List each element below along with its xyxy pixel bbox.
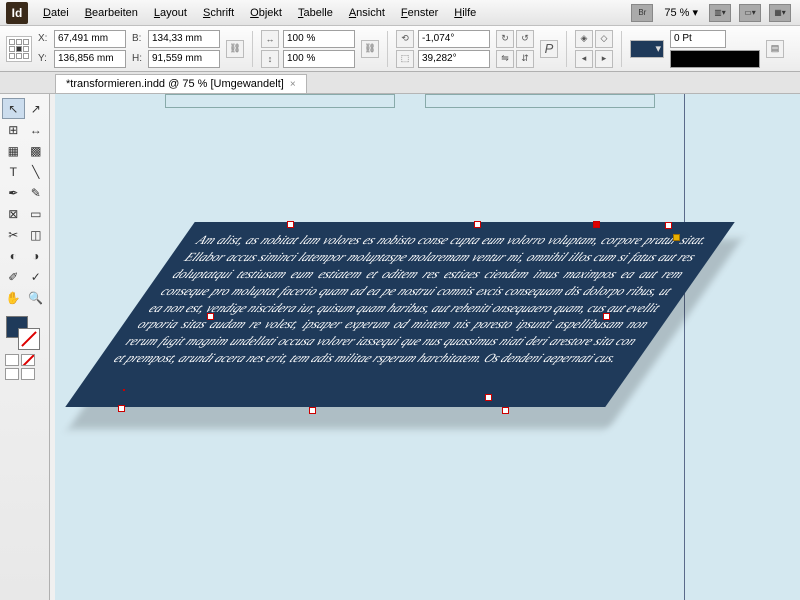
bridge-button[interactable]: Br xyxy=(631,4,653,22)
menu-ansicht[interactable]: Ansicht xyxy=(342,4,392,22)
scissors-tool[interactable]: ✂ xyxy=(2,224,25,245)
page-tool[interactable]: ⊞ xyxy=(2,119,25,140)
apply-none-icon[interactable] xyxy=(21,354,35,366)
view-options-icon[interactable]: ▥▾ xyxy=(709,4,731,22)
w-field[interactable]: 134,33 mm xyxy=(148,30,220,48)
x-label: X: xyxy=(38,33,50,44)
y-field[interactable]: 136,856 mm xyxy=(54,50,126,68)
menu-bearbeiten[interactable]: Bearbeiten xyxy=(78,4,145,22)
menu-objekt[interactable]: Objekt xyxy=(243,4,289,22)
x-field[interactable]: 67,491 mm xyxy=(54,30,126,48)
document-window[interactable]: Am alist, as nobitat lam volores es nobi… xyxy=(55,94,800,600)
pen-tool[interactable]: ✒ xyxy=(2,182,25,203)
handle-bm[interactable] xyxy=(309,407,316,414)
menu-bar: Id Datei Bearbeiten Layout Schrift Objek… xyxy=(0,0,800,26)
select-prev-icon[interactable]: ◂ xyxy=(575,50,593,68)
position-fields: X: 67,491 mm Y: 136,856 mm xyxy=(38,30,126,68)
pencil-tool[interactable]: ✎ xyxy=(25,182,48,203)
scale-x-field[interactable]: 100 % xyxy=(283,30,355,48)
rotate-icon: ⟲ xyxy=(396,30,414,48)
note-tool[interactable]: ✐ xyxy=(2,266,25,287)
frame-edge-top-1 xyxy=(165,94,395,108)
control-bar: X: 67,491 mm Y: 136,856 mm B: 134,33 mm H: 9… xyxy=(0,26,800,72)
frame-edge-top-2 xyxy=(425,94,655,108)
content-collector-tool[interactable]: ▦ xyxy=(2,140,25,161)
handle-br[interactable] xyxy=(502,407,509,414)
y-label: Y: xyxy=(38,53,50,64)
flip-v-icon[interactable]: ⇵ xyxy=(516,50,534,68)
handle-intext-top[interactable] xyxy=(593,221,600,228)
hand-tool[interactable]: ✋ xyxy=(2,287,25,308)
select-next-icon[interactable]: ▸ xyxy=(595,50,613,68)
menu-datei[interactable]: Datei xyxy=(36,4,76,22)
tools-panel: ↖↗ ⊞↔ ▦▩ T╲ ✒✎ ⊠▭ ✂◫ ◐◑ ✐✓ ✋🔍 xyxy=(0,94,50,600)
select-content-icon[interactable]: ◇ xyxy=(595,30,613,48)
handle-outport[interactable] xyxy=(673,234,680,241)
reference-point[interactable] xyxy=(6,36,32,62)
scale-y-field[interactable]: 100 % xyxy=(283,50,355,68)
shear-field[interactable]: 39,282° xyxy=(418,50,490,68)
w-label: B: xyxy=(132,33,144,44)
screen-mode-icon[interactable]: ▭▾ xyxy=(739,4,761,22)
menu-schrift[interactable]: Schrift xyxy=(196,4,241,22)
gap-tool[interactable]: ↔ xyxy=(25,119,48,140)
clear-transform-icon[interactable]: P xyxy=(540,40,558,58)
eyedropper-tool[interactable]: ✓ xyxy=(25,266,48,287)
zoom-level[interactable]: 75 % ▾ xyxy=(658,6,704,19)
scale-y-icon: ↕ xyxy=(261,50,279,68)
handle-ml[interactable] xyxy=(207,313,214,320)
menu-tabelle[interactable]: Tabelle xyxy=(291,4,340,22)
scale-fields: ↔100 % ↕100 % xyxy=(261,30,355,68)
handle-tr[interactable] xyxy=(665,222,672,229)
document-tab-strip: *transformieren.indd @ 75 % [Umgewandelt… xyxy=(0,72,800,94)
handle-tm[interactable] xyxy=(474,221,481,228)
document-tab-title: *transformieren.indd @ 75 % [Umgewandelt… xyxy=(66,78,284,90)
menu-layout[interactable]: Layout xyxy=(147,4,194,22)
rectangle-tool[interactable]: ▭ xyxy=(25,203,48,224)
size-fields: B: 134,33 mm H: 91,559 mm xyxy=(132,30,220,68)
scale-x-icon: ↔ xyxy=(261,30,279,48)
selection-outline xyxy=(123,389,125,391)
selection-tool[interactable]: ↖ xyxy=(2,98,25,119)
rectangle-frame-tool[interactable]: ⊠ xyxy=(2,203,25,224)
type-tool[interactable]: T xyxy=(2,161,25,182)
scale-link-icon[interactable]: ⛓ xyxy=(361,40,379,58)
handle-tl[interactable] xyxy=(287,221,294,228)
app-logo: Id xyxy=(6,2,28,24)
gradient-swatch-tool[interactable]: ◐ xyxy=(2,245,25,266)
stroke-color-swatch[interactable] xyxy=(18,328,40,350)
rotate-cw-icon[interactable]: ↻ xyxy=(496,30,514,48)
fill-stroke-swatches[interactable] xyxy=(2,314,47,352)
gradient-feather-tool[interactable]: ◑ xyxy=(25,245,48,266)
h-field[interactable]: 91,559 mm xyxy=(148,50,220,68)
select-container-icon[interactable]: ◈ xyxy=(575,30,593,48)
content-placer-tool[interactable]: ▩ xyxy=(25,140,48,161)
more-options-icon[interactable]: ▤ xyxy=(766,40,784,58)
h-label: H: xyxy=(132,53,144,64)
menu-fenster[interactable]: Fenster xyxy=(394,4,445,22)
line-tool[interactable]: ╲ xyxy=(25,161,48,182)
fill-swatch[interactable]: ▾ xyxy=(630,40,664,58)
normal-view-icon[interactable] xyxy=(5,368,19,380)
direct-selection-tool[interactable]: ↗ xyxy=(25,98,48,119)
shear-icon: ⬚ xyxy=(396,50,414,68)
document-tab[interactable]: *transformieren.indd @ 75 % [Umgewandelt… xyxy=(55,74,307,93)
flip-h-icon[interactable]: ⇋ xyxy=(496,50,514,68)
menu-hilfe[interactable]: Hilfe xyxy=(447,4,483,22)
close-tab-icon[interactable]: × xyxy=(290,79,296,90)
apply-color-icon[interactable] xyxy=(5,354,19,366)
free-transform-tool[interactable]: ◫ xyxy=(25,224,48,245)
rotate-field[interactable]: -1,074° xyxy=(418,30,490,48)
transform-fields: ⟲-1,074° ⬚39,282° xyxy=(396,30,490,68)
handle-outtext[interactable] xyxy=(485,394,492,401)
stroke-style-field[interactable] xyxy=(670,50,760,68)
constrain-proportions-icon[interactable]: ⛓ xyxy=(226,40,244,58)
zoom-tool[interactable]: 🔍 xyxy=(25,287,48,308)
preview-view-icon[interactable] xyxy=(21,368,35,380)
arrange-icon[interactable]: ▦▾ xyxy=(769,4,791,22)
handle-bl[interactable] xyxy=(118,405,125,412)
rotate-ccw-icon[interactable]: ↺ xyxy=(516,30,534,48)
handle-mr[interactable] xyxy=(603,313,610,320)
stroke-weight-field[interactable]: 0 Pt xyxy=(670,30,726,48)
